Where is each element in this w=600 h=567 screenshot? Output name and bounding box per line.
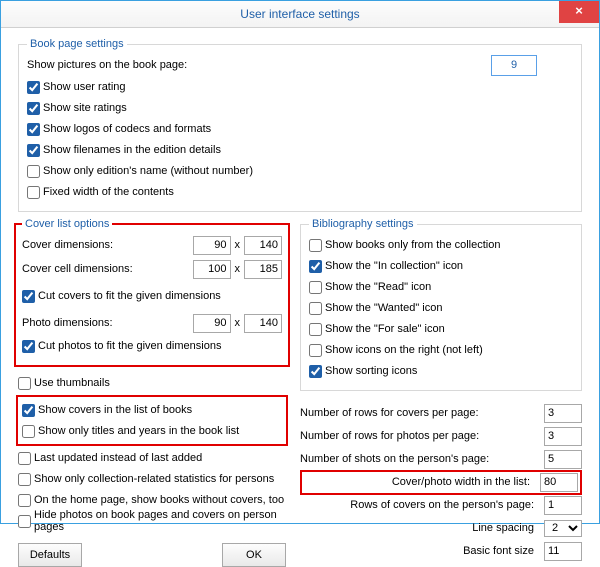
cell-height-input[interactable] [244,260,282,279]
cell-dim-x: x [235,263,241,275]
shots-label: Number of shots on the person's page: [300,453,544,465]
cover-width-input[interactable] [193,236,231,255]
icons-right-checkbox[interactable] [309,344,322,357]
photos-rows-input[interactable] [544,427,582,446]
person-rows-label: Rows of covers on the person's page: [300,499,544,511]
cover-dim-label: Cover dimensions: [22,239,193,251]
font-input[interactable] [544,542,582,561]
books-only-label: Show books only from the collection [325,239,500,251]
cover-height-input[interactable] [244,236,282,255]
photo-width-input[interactable] [193,314,231,333]
use-thumbnails-label: Use thumbnails [34,377,110,389]
show-site-ratings-label: Show site ratings [43,102,127,114]
shots-input[interactable] [544,450,582,469]
width-input[interactable] [540,473,578,492]
biblio-legend: Bibliography settings [309,218,417,230]
wanted-icon-label: Show the "Wanted" icon [325,302,442,314]
last-updated-label: Last updated instead of last added [34,452,202,464]
show-only-edition-label: Show only edition's name (without number… [43,165,253,177]
biblio-group: Bibliography settings Show books only fr… [300,218,582,391]
stats-label: Show only collection-related statistics … [34,473,274,485]
dialog-content: Book page settings Show pictures on the … [8,31,592,516]
cut-covers-label: Cut covers to fit the given dimensions [38,290,221,302]
for-sale-icon-label: Show the "For sale" icon [325,323,445,335]
hide-photos-checkbox[interactable] [18,515,31,528]
read-icon-checkbox[interactable] [309,281,322,294]
show-only-edition-checkbox[interactable] [27,165,40,178]
defaults-button[interactable]: Defaults [18,543,82,567]
ok-button[interactable]: OK [222,543,286,567]
book-list-highlight: Show covers in the list of books Show on… [16,395,288,446]
book-page-group: Book page settings Show pictures on the … [18,38,582,212]
cover-list-legend: Cover list options [22,218,112,230]
show-filenames-checkbox[interactable] [27,144,40,157]
sorting-icons-checkbox[interactable] [309,365,322,378]
fixed-width-label: Fixed width of the contents [43,186,174,198]
for-sale-icon-checkbox[interactable] [309,323,322,336]
show-filenames-label: Show filenames in the edition details [43,144,221,156]
titlebar: User interface settings × [1,1,599,28]
show-user-rating-label: Show user rating [43,81,126,93]
cover-photo-width-highlight: Cover/photo width in the list: [300,470,582,495]
settings-window: User interface settings × Book page sett… [0,0,600,524]
covers-rows-label: Number of rows for covers per page: [300,407,544,419]
close-icon[interactable]: × [559,1,599,23]
cell-dim-label: Cover cell dimensions: [22,263,193,275]
only-titles-label: Show only titles and years in the book l… [38,425,239,437]
cut-photos-label: Cut photos to fit the given dimensions [38,340,221,352]
show-user-rating-checkbox[interactable] [27,81,40,94]
cell-width-input[interactable] [193,260,231,279]
hide-photos-label: Hide photos on book pages and covers on … [34,509,286,533]
read-icon-label: Show the "Read" icon [325,281,431,293]
books-only-checkbox[interactable] [309,239,322,252]
cut-photos-checkbox[interactable] [22,340,35,353]
covers-rows-input[interactable] [544,404,582,423]
font-label: Basic font size [300,545,544,557]
cut-covers-checkbox[interactable] [22,290,35,303]
photo-height-input[interactable] [244,314,282,333]
photo-dim-label: Photo dimensions: [22,317,193,329]
show-covers-checkbox[interactable] [22,404,35,417]
show-logos-checkbox[interactable] [27,123,40,136]
last-updated-checkbox[interactable] [18,452,31,465]
spacing-select[interactable]: 2 [544,520,582,537]
cover-list-group: Cover list options Cover dimensions: x C… [14,218,290,367]
show-pictures-input[interactable] [491,55,537,76]
show-covers-label: Show covers in the list of books [38,404,192,416]
only-titles-checkbox[interactable] [22,425,35,438]
wanted-icon-checkbox[interactable] [309,302,322,315]
window-title: User interface settings [240,7,359,21]
home-nocover-label: On the home page, show books without cov… [34,494,284,506]
show-logos-label: Show logos of codecs and formats [43,123,211,135]
show-pictures-label: Show pictures on the book page: [27,59,491,71]
home-nocover-checkbox[interactable] [18,494,31,507]
use-thumbnails-checkbox[interactable] [18,377,31,390]
photo-dim-x: x [235,317,241,329]
photos-rows-label: Number of rows for photos per page: [300,430,544,442]
person-rows-input[interactable] [544,496,582,515]
stats-checkbox[interactable] [18,473,31,486]
in-collection-label: Show the "In collection" icon [325,260,463,272]
icons-right-label: Show icons on the right (not left) [325,344,483,356]
fixed-width-checkbox[interactable] [27,186,40,199]
width-label: Cover/photo width in the list: [304,476,540,488]
cover-dim-x: x [235,239,241,251]
show-site-ratings-checkbox[interactable] [27,102,40,115]
book-page-legend: Book page settings [27,38,127,50]
sorting-icons-label: Show sorting icons [325,365,417,377]
in-collection-checkbox[interactable] [309,260,322,273]
